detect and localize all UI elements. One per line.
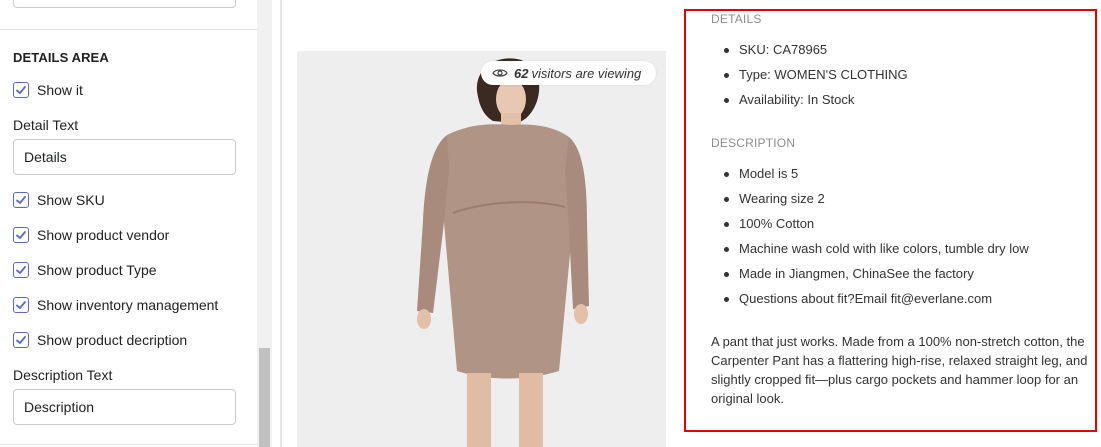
show-it-checkbox[interactable] <box>13 82 29 98</box>
description-heading: DESCRIPTION <box>711 136 796 150</box>
visitors-count: 62 <box>514 65 529 81</box>
show-inventory-checkbox-row[interactable]: Show inventory management <box>13 296 218 314</box>
scrollbar-thumb[interactable] <box>259 348 270 447</box>
details-heading: DETAILS <box>711 12 762 26</box>
checkmark-icon <box>16 231 26 239</box>
show-vendor-checkbox[interactable] <box>13 227 29 243</box>
show-it-checkbox-row[interactable]: Show it <box>13 81 83 99</box>
section-divider <box>0 444 257 445</box>
description-text-label: Description Text <box>13 367 113 383</box>
checkmark-icon <box>16 86 26 94</box>
checkmark-icon <box>16 266 26 274</box>
detail-type: Type: WOMEN'S CLOTHING <box>711 67 908 92</box>
show-description-checkbox-row[interactable]: Show product decription <box>13 331 187 349</box>
show-sku-label: Show SKU <box>37 192 105 208</box>
previous-text-field[interactable] <box>13 0 236 8</box>
list-item: Made in Jiangmen, ChinaSee the factory <box>711 266 1029 291</box>
show-inventory-checkbox[interactable] <box>13 297 29 313</box>
detail-text-label: Detail Text <box>13 117 79 133</box>
show-it-label: Show it <box>37 82 83 98</box>
show-sku-checkbox[interactable] <box>13 192 29 208</box>
model-sweater-dress-photo <box>297 51 666 447</box>
detail-sku: SKU: CA78965 <box>711 42 908 67</box>
checkmark-icon <box>16 336 26 344</box>
detail-availability: Availability: In Stock <box>711 92 908 117</box>
description-text-input[interactable]: Description <box>13 389 236 425</box>
list-item: Machine wash cold with like colors, tumb… <box>711 241 1029 266</box>
section-title: DETAILS AREA <box>13 50 109 65</box>
preview-frame-edge <box>280 0 282 447</box>
show-inventory-label: Show inventory management <box>37 297 219 313</box>
show-vendor-label: Show product vendor <box>37 227 170 243</box>
detail-text-input[interactable]: Details <box>13 139 236 175</box>
show-type-checkbox[interactable] <box>13 262 29 278</box>
show-description-checkbox[interactable] <box>13 332 29 348</box>
details-list: SKU: CA78965 Type: WOMEN'S CLOTHING Avai… <box>711 42 908 117</box>
visitors-badge: 62 visitors are viewing <box>481 61 656 85</box>
description-list: Model is 5 Wearing size 2 100% Cotton Ma… <box>711 166 1029 316</box>
description-paragraph: A pant that just works. Made from a 100%… <box>711 334 1088 406</box>
list-item: 100% Cotton <box>711 216 1029 241</box>
list-item: Wearing size 2 <box>711 191 1029 216</box>
show-type-label: Show product Type <box>37 262 157 278</box>
eye-icon <box>492 69 508 77</box>
checkmark-icon <box>16 196 26 204</box>
show-sku-checkbox-row[interactable]: Show SKU <box>13 191 105 209</box>
list-item: Questions about fit?Email fit@everlane.c… <box>711 291 1029 316</box>
settings-panel: DETAILS AREA Show it Detail Text Details… <box>0 0 257 447</box>
show-description-label: Show product decription <box>37 332 188 348</box>
show-type-checkbox-row[interactable]: Show product Type <box>13 261 157 279</box>
show-vendor-checkbox-row[interactable]: Show product vendor <box>13 226 169 244</box>
visitors-text: visitors are viewing <box>531 65 642 81</box>
list-item: Model is 5 <box>711 166 1029 191</box>
section-divider <box>0 29 257 30</box>
checkmark-icon <box>16 301 26 309</box>
product-image <box>297 51 666 447</box>
